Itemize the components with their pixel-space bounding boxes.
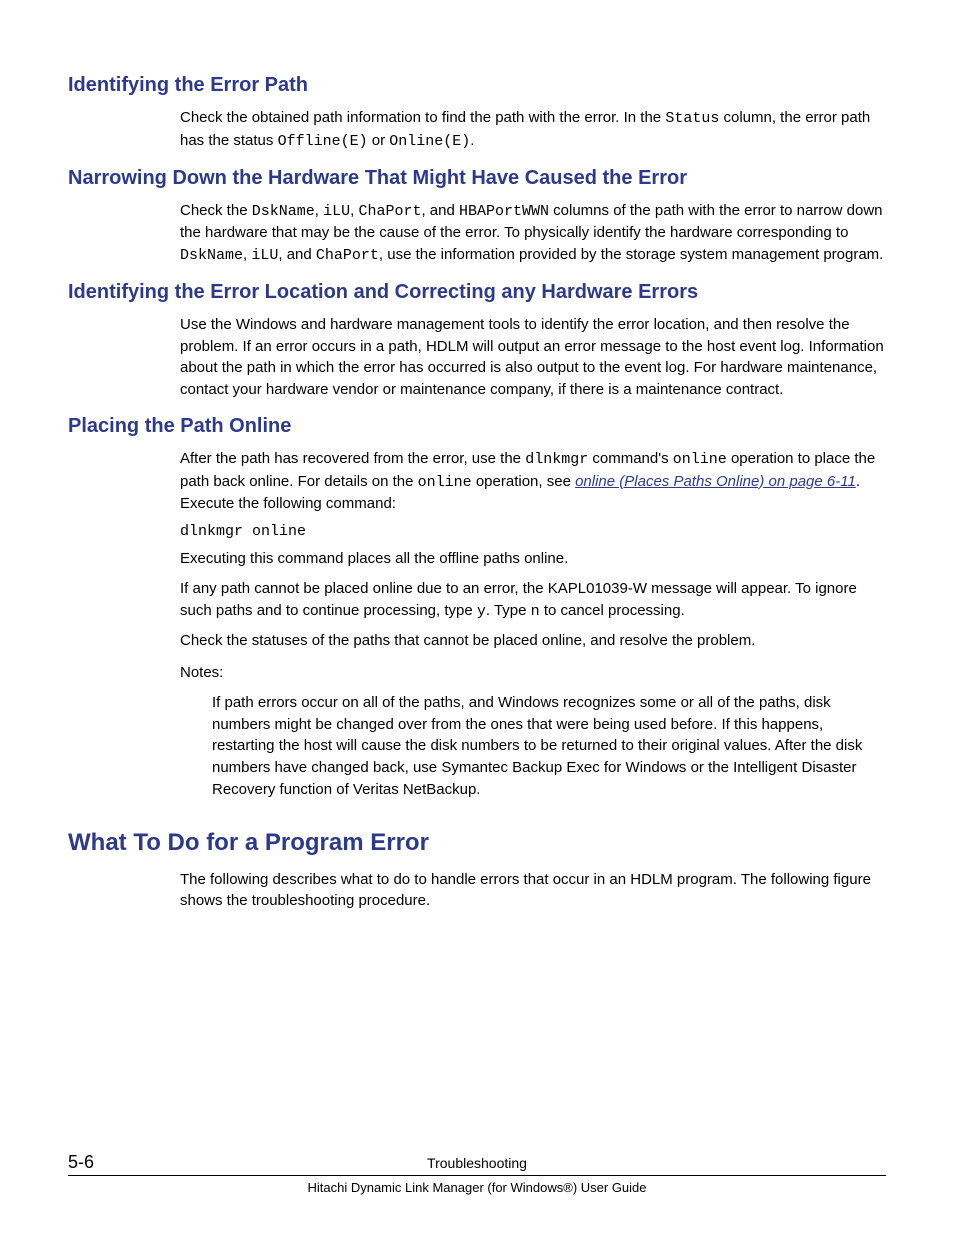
notes-body: If path errors occur on all of the paths… (212, 692, 886, 801)
section-heading: Identifying the Error Location and Corre… (68, 281, 886, 304)
code-block: dlnkmgr online (180, 523, 886, 540)
section-heading: What To Do for a Program Error (68, 829, 886, 857)
code-inline: DskName (252, 203, 315, 220)
code-inline: Online(E) (389, 133, 470, 150)
section-heading: Identifying the Error Path (68, 74, 886, 97)
code-inline: HBAPortWWN (459, 203, 549, 220)
text-run: command's (588, 450, 673, 467)
paragraph: Check the statuses of the paths that can… (180, 630, 886, 652)
footer-subtitle: Hitachi Dynamic Link Manager (for Window… (68, 1180, 886, 1195)
text-run: , and (278, 246, 316, 263)
section-heading: Narrowing Down the Hardware That Might H… (68, 167, 886, 190)
code-inline: dlnkmgr (525, 451, 588, 468)
code-inline: online (673, 451, 727, 468)
paragraph: Use the Windows and hardware management … (180, 314, 886, 401)
notes-label: Notes: (180, 662, 886, 684)
paragraph: If any path cannot be placed online due … (180, 578, 886, 623)
code-inline: Status (665, 110, 719, 127)
paragraph: Executing this command places all the of… (180, 548, 886, 570)
code-inline: iLU (323, 203, 350, 220)
code-inline: Offline(E) (278, 133, 368, 150)
text-run: After the path has recovered from the er… (180, 450, 525, 467)
text-run: Check the obtained path information to f… (180, 109, 665, 126)
paragraph: Check the obtained path information to f… (180, 107, 886, 153)
text-run: to cancel processing. (540, 602, 685, 619)
code-inline: DskName (180, 247, 243, 264)
code-inline: n (531, 603, 540, 620)
code-inline: ChaPort (358, 203, 421, 220)
text-run: Check the (180, 202, 252, 219)
cross-reference-link[interactable]: online (Places Paths Online) on page 6-1… (575, 473, 856, 490)
code-inline: y (477, 603, 486, 620)
code-inline: iLU (251, 247, 278, 264)
page-number: 5-6 (68, 1152, 180, 1173)
text-run: . Type (486, 602, 531, 619)
code-inline: online (418, 474, 472, 491)
text-run: , (315, 202, 323, 219)
page-footer: 5-6 Troubleshooting Hitachi Dynamic Link… (68, 1152, 886, 1195)
code-inline: ChaPort (316, 247, 379, 264)
footer-title: Troubleshooting (180, 1155, 774, 1171)
text-run: , use the information provided by the st… (379, 246, 883, 263)
paragraph: After the path has recovered from the er… (180, 448, 886, 515)
text-run: or (368, 132, 390, 149)
section-heading: Placing the Path Online (68, 415, 886, 438)
paragraph: The following describes what to do to ha… (180, 869, 886, 913)
text-run: operation, see (472, 473, 575, 490)
text-run: . (470, 132, 474, 149)
text-run: , and (421, 202, 459, 219)
paragraph: Check the DskName, iLU, ChaPort, and HBA… (180, 200, 886, 267)
